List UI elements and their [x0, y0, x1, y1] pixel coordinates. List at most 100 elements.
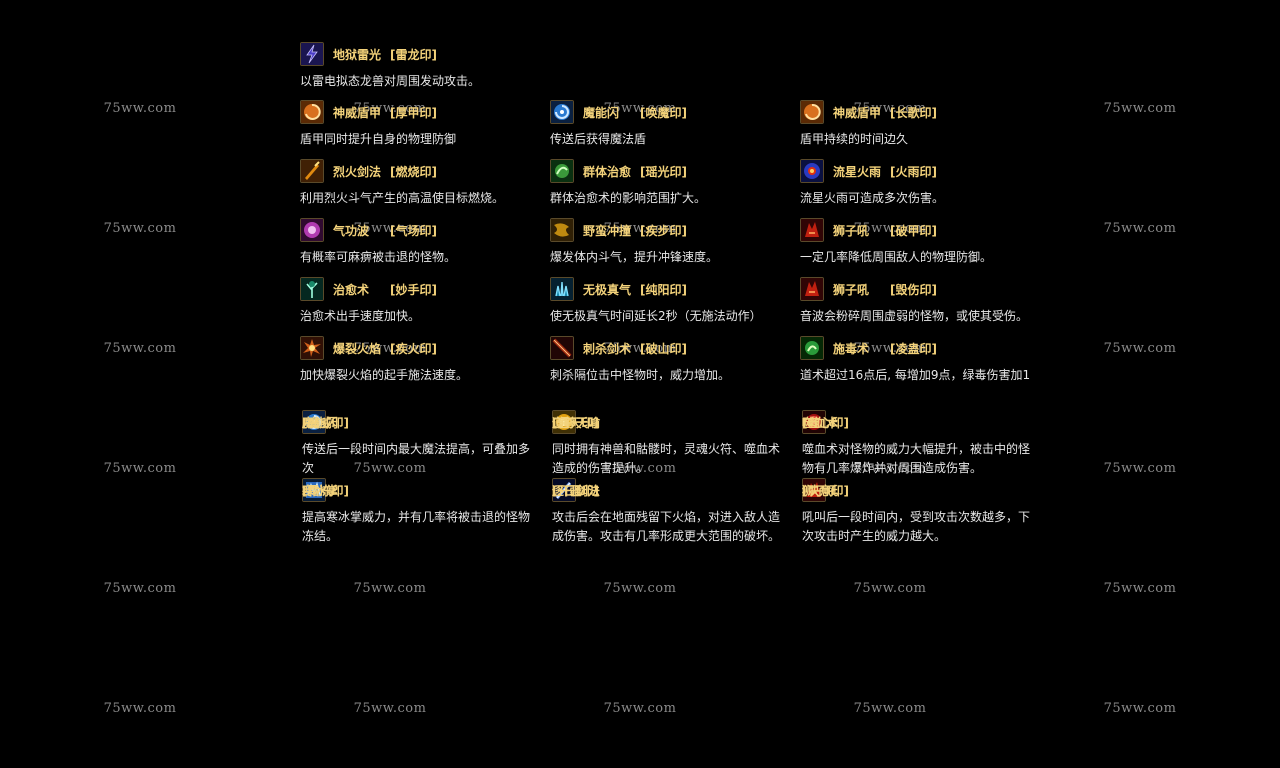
watermark-text: 75ww.com [1103, 461, 1177, 476]
skill-name: 无极真气 [583, 283, 632, 297]
skill-entry: 流星火雨 [火雨印] 流星火雨可造成多次伤害。 [800, 159, 1040, 208]
charge-icon [550, 218, 574, 242]
skill-seal: [火雨印] [890, 165, 937, 179]
shield-swirl-icon [800, 100, 824, 124]
skill-name: 野蛮冲撞 [583, 224, 632, 238]
skill-seal: [厚甲印] [390, 106, 437, 120]
skill-seal: [决意印] [802, 484, 849, 498]
tree-heal-icon [300, 277, 324, 301]
watermark-text: 75ww.com [103, 701, 177, 716]
skill-entry: 神威盾甲 [长歌印] 盾甲持续的时间边久 [800, 100, 1040, 149]
watermark-text: 75ww.com [603, 701, 677, 716]
skill-entry: 无极真气 [纯阳印] 使无极真气时间延长2秒（无施法动作） [550, 277, 790, 326]
skill-header: 道尊天喻 [通天印] [552, 410, 784, 434]
watermark-text: 75ww.com [103, 221, 177, 236]
fire-sword-icon [300, 159, 324, 183]
skill-header: 施毒术 [凌蛊印] [800, 336, 1040, 360]
skill-seal: [噬心印] [802, 416, 849, 430]
skill-seal: [破山印] [640, 342, 687, 356]
lion-roar-icon [800, 277, 824, 301]
skill-header: 流星火雨 [火雨印] [800, 159, 1040, 183]
skill-entry: 刺杀剑术 [破山印] 刺杀隔位击中怪物时，威力增加。 [550, 336, 790, 385]
skill-name: 爆裂火焰 [333, 342, 382, 356]
skill-entry: 狮子吼 [决意印] 吼叫后一段时间内，受到攻击次数越多，下次攻击时产生的威力越大。 [802, 478, 1034, 546]
skill-header: 野蛮冲撞 [疾步印] [550, 218, 790, 242]
skill-header: 气功波 [气场印] [300, 218, 540, 242]
skill-name: 神威盾甲 [833, 106, 882, 120]
skill-entry: 施毒术 [凌蛊印] 道术超过16点后, 每增加9点，绿毒伤害加1 [800, 336, 1040, 385]
skill-entry: 狮子吼 [毁伤印] 音波会粉碎周围虚弱的怪物，或使其受伤。 [800, 277, 1040, 326]
skill-seal: [纯阳印] [640, 283, 687, 297]
skill-description: 流星火雨可造成多次伤害。 [800, 191, 945, 205]
skill-header: 地狱雷光 [雷龙印] [300, 42, 540, 66]
skill-header: 魔能闪 [唤魔印] [550, 100, 790, 124]
heal-icon [550, 159, 574, 183]
skill-header: 狮子吼 [破甲印] [800, 218, 1040, 242]
skill-header: 狮子吼 [毁伤印] [800, 277, 1040, 301]
skill-description: 利用烈火斗气产生的高温使目标燃烧。 [300, 191, 505, 205]
skill-seal: [疾火印] [390, 342, 437, 356]
skill-description: 刺杀隔位击中怪物时，威力增加。 [550, 368, 731, 382]
skill-seal: [雷龙印] [390, 48, 437, 62]
skill-header: 逐日剑法 [开疆印] [552, 478, 784, 502]
skill-seal: [凌蛊印] [890, 342, 937, 356]
skill-description: 盾甲同时提升自身的物理防御 [300, 132, 457, 146]
lion-roar-icon [800, 218, 824, 242]
skill-name: 狮子吼 [833, 283, 870, 297]
watermark-text: 75ww.com [103, 101, 177, 116]
skill-entry: 烈火剑法 [燃烧印] 利用烈火斗气产生的高温使目标燃烧。 [300, 159, 540, 208]
skill-seal: [破甲印] [890, 224, 937, 238]
skill-description: 传送后获得魔法盾 [550, 132, 647, 146]
skill-entry: 道尊天喻 [通天印] 同时拥有神兽和骷髅时，灵魂火符、噬血术造成的伤害提升。 [552, 410, 784, 478]
skill-description: 使无极真气时间延长2秒（无施法动作） [550, 309, 762, 323]
skill-entry: 神威盾甲 [厚甲印] 盾甲同时提升自身的物理防御 [300, 100, 540, 149]
skill-description: 一定几率降低周围敌人的物理防御。 [800, 250, 993, 264]
skill-seal: [开疆印] [552, 484, 599, 498]
skill-description: 盾甲持续的时间边久 [800, 132, 909, 146]
shield-swirl-icon [300, 100, 324, 124]
skill-header: 噬血术 [噬心印] [802, 410, 1034, 434]
skill-description: 群体治愈术的影响范围扩大。 [550, 191, 707, 205]
watermark-text: 75ww.com [103, 341, 177, 356]
skill-description: 同时拥有神兽和骷髅时，灵魂火符、噬血术造成的伤害提升。 [552, 442, 781, 475]
lightning-icon [300, 42, 324, 66]
skill-header: 烈火剑法 [燃烧印] [300, 159, 540, 183]
skill-header: 神威盾甲 [厚甲印] [300, 100, 540, 124]
skill-name: 刺杀剑术 [583, 342, 632, 356]
watermark-text: 75ww.com [853, 701, 927, 716]
skill-description: 攻击后会在地面残留下火焰，对进入敌人造成伤害。攻击有几率形成更大范围的破坏。 [552, 510, 781, 543]
crystal-icon [550, 277, 574, 301]
skill-seal: [燃烧印] [390, 165, 437, 179]
watermark-text: 75ww.com [103, 461, 177, 476]
explosion-icon [300, 336, 324, 360]
meteor-icon [800, 159, 824, 183]
watermark-text: 75ww.com [353, 581, 427, 596]
skill-description: 道术超过16点后, 每增加9点，绿毒伤害加1 [800, 368, 1031, 382]
skill-description: 有概率可麻痹被击退的怪物。 [300, 250, 457, 264]
skill-name: 气功波 [333, 224, 370, 238]
skill-header: 寒冰掌 [霜冻印] [302, 478, 534, 502]
watermark-text: 75ww.com [1103, 221, 1177, 236]
skill-seal: [霜冻印] [302, 484, 349, 498]
skill-description: 提高寒冰掌威力，并有几率将被击退的怪物冻结。 [302, 510, 531, 543]
skill-seal: [唤魔印] [640, 106, 687, 120]
watermark-text: 75ww.com [853, 581, 927, 596]
watermark-text: 75ww.com [1103, 701, 1177, 716]
skill-header: 爆裂火焰 [疾火印] [300, 336, 540, 360]
skill-seal: [通天印] [552, 416, 599, 430]
watermark-text: 75ww.com [1103, 101, 1177, 116]
skill-entry: 治愈术 [妙手印] 治愈术出手速度加快。 [300, 277, 540, 326]
skill-header: 狮子吼 [决意印] [802, 478, 1034, 502]
skill-entry: 寒冰掌 [霜冻印] 提高寒冰掌威力，并有几率将被击退的怪物冻结。 [302, 478, 534, 546]
skill-header: 魔能闪 [魔威印] [302, 410, 534, 434]
skill-entry: 气功波 [气场印] 有概率可麻痹被击退的怪物。 [300, 218, 540, 267]
skill-name: 流星火雨 [833, 165, 882, 179]
skill-entry: 噬血术 [噬心印] 噬血术对怪物的威力大幅提升，被击中的怪物有几率爆炸并对周围造成伤… [802, 410, 1034, 478]
skill-seal: [瑶光印] [640, 165, 687, 179]
skill-header: 群体治愈 [瑶光印] [550, 159, 790, 183]
skill-entry: 野蛮冲撞 [疾步印] 爆发体内斗气，提升冲锋速度。 [550, 218, 790, 267]
skill-description: 音波会粉碎周围虚弱的怪物，或使其受伤。 [800, 309, 1029, 323]
watermark-text: 75ww.com [1103, 341, 1177, 356]
skill-name: 神威盾甲 [333, 106, 382, 120]
skill-description: 传送后一段时间内最大魔法提高，可叠加多次 [302, 442, 531, 475]
